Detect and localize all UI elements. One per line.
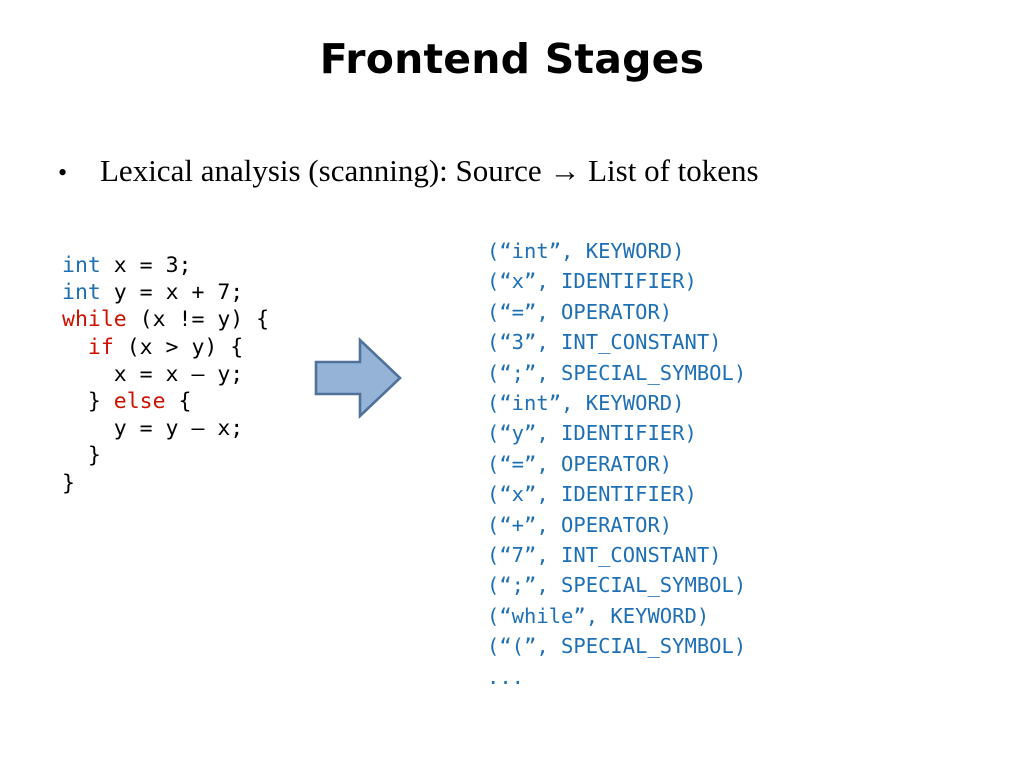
code-token-plain: { bbox=[165, 389, 192, 415]
slide-canvas: Frontend Stages • Lexical analysis (scan… bbox=[0, 0, 1024, 768]
code-line: int x = 3; bbox=[62, 252, 269, 279]
token-line: (“7”, INT_CONSTANT) bbox=[487, 543, 722, 568]
flow-arrow-icon bbox=[312, 336, 404, 420]
code-token-plain: (x > y) { bbox=[113, 334, 244, 360]
bullet-item-label: Lexical analysis (scanning): Source → Li… bbox=[100, 153, 759, 188]
token-line: (“+”, OPERATOR) bbox=[487, 512, 673, 537]
code-line: int y = x + 7; bbox=[62, 279, 269, 306]
code-token-plain: (x != y) { bbox=[126, 307, 270, 333]
token-line: (“=”, OPERATOR) bbox=[487, 299, 673, 324]
code-keyword: else bbox=[113, 389, 166, 415]
code-token-plain: x = 3; bbox=[100, 253, 192, 278]
code-token-plain: } bbox=[87, 443, 101, 469]
code-line: while (x != y) { bbox=[62, 306, 269, 333]
code-line: } else { bbox=[62, 388, 269, 415]
code-line: } bbox=[62, 470, 269, 497]
token-line: (“x”, IDENTIFIER) bbox=[487, 269, 697, 294]
token-line: (“3”, INT_CONSTANT) bbox=[487, 330, 722, 355]
code-token-plain: } bbox=[62, 470, 75, 496]
token-line: (“;”, SPECIAL_SYMBOL) bbox=[487, 360, 747, 385]
source-code-block: int x = 3; int y = x + 7; while (x != y) {… bbox=[62, 252, 269, 497]
token-line: (“(”, SPECIAL_SYMBOL) bbox=[487, 634, 747, 659]
code-line: x = x – y; bbox=[62, 361, 269, 388]
code-token-plain: y = y – x; bbox=[113, 416, 244, 442]
token-line: (“while”, KEYWORD) bbox=[487, 603, 710, 628]
bullet-marker-icon: • bbox=[58, 158, 68, 187]
code-token-plain: x = x – y; bbox=[113, 361, 244, 387]
bullet-item: • Lexical analysis (scanning): Source → … bbox=[58, 152, 988, 191]
page-title: Frontend Stages bbox=[319, 35, 705, 83]
code-token-plain: y = x + 7; bbox=[100, 280, 244, 306]
token-line: (“x”, IDENTIFIER) bbox=[487, 482, 697, 507]
code-line: y = y – x; bbox=[62, 415, 269, 442]
token-line: (“=”, OPERATOR) bbox=[487, 451, 673, 476]
code-keyword: if bbox=[87, 334, 114, 360]
code-keyword: int bbox=[62, 253, 101, 278]
code-line: if (x > y) { bbox=[62, 334, 269, 361]
token-line: (“int”, KEYWORD) bbox=[487, 391, 685, 416]
token-line: (“;”, SPECIAL_SYMBOL) bbox=[487, 573, 747, 598]
code-token-plain: } bbox=[87, 389, 114, 415]
code-keyword: int bbox=[62, 280, 101, 306]
code-line: } bbox=[62, 442, 269, 469]
token-line: (“int”, KEYWORD) bbox=[487, 239, 685, 263]
token-list-block: (“int”, KEYWORD) (“x”, IDENTIFIER) (“=”, O… bbox=[487, 236, 746, 692]
code-keyword: while bbox=[62, 307, 127, 333]
token-line: (“y”, IDENTIFIER) bbox=[487, 421, 697, 446]
token-line: ... bbox=[487, 664, 525, 689]
